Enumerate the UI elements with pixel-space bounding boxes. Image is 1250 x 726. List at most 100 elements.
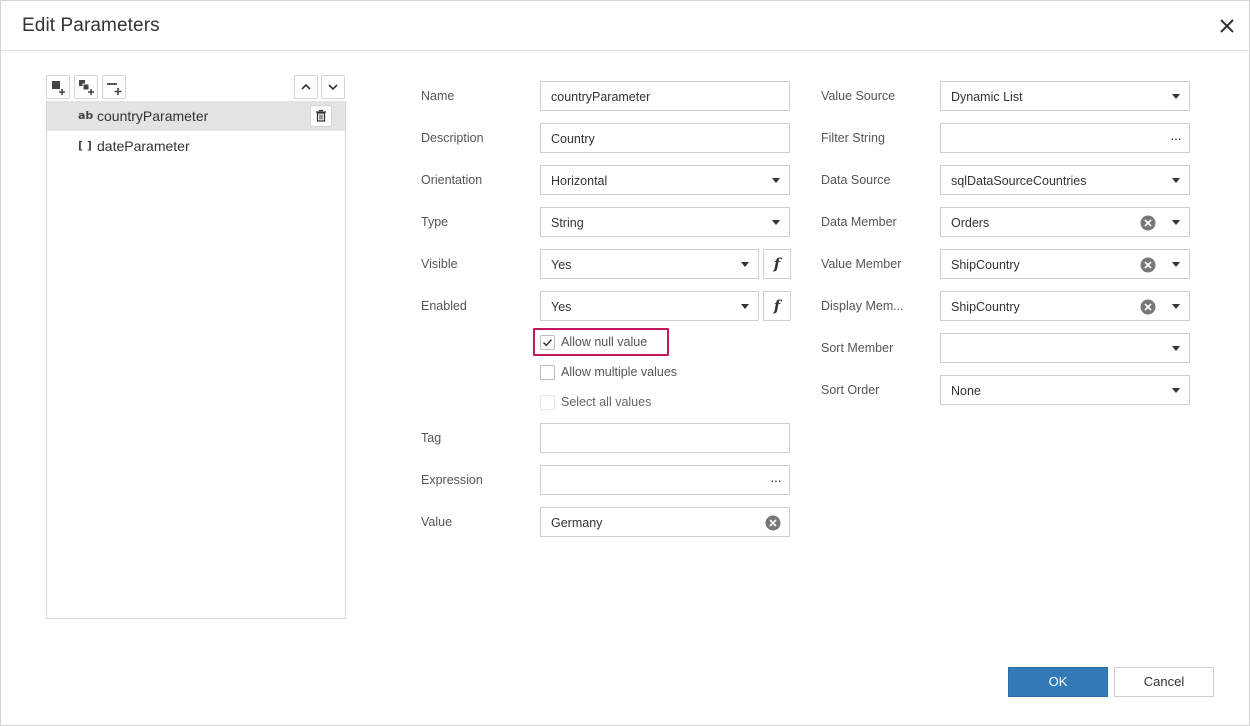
allow-null-checkbox[interactable]: Allow null value [540,332,670,356]
data-source-label: Data Source [821,173,891,187]
name-label: Name [421,89,455,103]
data-source-value: sqlDataSourceCountries [951,174,1087,188]
checkbox-unchecked[interactable] [540,365,555,380]
sort-order-value: None [951,384,981,398]
dropdown-arrow-icon [772,178,780,183]
visible-label: Visible [421,257,458,271]
type-value: String [551,216,584,230]
expression-label: Expression [421,473,483,487]
dropdown-arrow-icon [741,304,749,309]
function-icon: f [773,255,781,273]
add-separator-button[interactable] [102,75,126,99]
chevron-up-icon [301,83,311,90]
dropdown-arrow-icon [741,262,749,267]
cancel-button[interactable]: Cancel [1114,667,1214,697]
allow-multiple-checkbox[interactable]: Allow multiple values [540,362,680,386]
enabled-expression-button[interactable]: f [763,291,791,321]
enabled-label: Enabled [421,299,467,313]
clear-icon[interactable] [1140,215,1156,231]
description-field[interactable]: Country [540,123,790,153]
parameter-list: ab countryParameter [ ] dateParameter [46,101,346,619]
visible-select[interactable]: Yes [540,249,759,279]
checkmark-icon [543,339,553,347]
data-member-select[interactable]: Orders [940,207,1190,237]
type-label: Type [421,215,449,229]
description-label: Description [421,131,484,145]
value-member-select[interactable]: ShipCountry [940,249,1190,279]
chevron-down-icon [328,84,338,91]
dropdown-arrow-icon [1172,304,1180,309]
add-group-button[interactable] [74,75,98,99]
name-value: countryParameter [551,90,651,104]
value-member-label: Value Member [821,257,902,271]
edit-parameters-dialog: Edit Parameters ab countryParameter [] … [0,0,1250,726]
display-member-select[interactable]: ShipCountry [940,291,1190,321]
parameter-name: dateParameter [97,138,190,154]
enabled-value: Yes [551,300,572,314]
parameter-item-date[interactable]: [ ] dateParameter [47,131,345,161]
orientation-value: Horizontal [551,174,608,188]
type-select[interactable]: String [540,207,790,237]
checkbox-disabled [540,395,555,410]
dialog-titlebar: Edit Parameters [1,1,1249,51]
clear-icon[interactable] [1140,299,1156,315]
sort-member-label: Sort Member [821,341,894,355]
dropdown-arrow-icon [1172,262,1180,267]
value-source-select[interactable]: Dynamic List [940,81,1190,111]
ok-button[interactable]: OK [1008,667,1108,697]
data-member-label: Data Member [821,215,897,229]
display-member-label: Display Mem... [821,299,904,313]
value-member-value: ShipCountry [951,258,1020,272]
filter-string-label: Filter String [821,131,885,145]
sort-order-select[interactable]: None [940,375,1190,405]
add-parameter-icon [52,81,65,95]
sort-order-label: Sort Order [821,383,880,397]
add-group-icon [79,80,94,95]
allow-multiple-label: Allow multiple values [561,365,678,379]
dropdown-arrow-icon [772,220,780,225]
checkbox-checked[interactable] [540,335,555,350]
clear-icon[interactable] [1140,257,1156,273]
value-source-label: Value Source [821,89,896,103]
move-up-button[interactable] [294,75,318,99]
value-value: Germany [551,516,603,530]
ellipsis-icon[interactable]: ··· [1170,130,1182,146]
move-down-button[interactable] [321,75,345,99]
dropdown-arrow-icon [1172,178,1180,183]
sort-member-select[interactable] [940,333,1190,363]
description-value: Country [551,132,595,146]
ellipsis-icon[interactable]: ··· [770,472,782,488]
value-label: Value [421,515,453,529]
name-field[interactable]: countryParameter [540,81,790,111]
orientation-select[interactable]: Horizontal [540,165,790,195]
dialog-title: Edit Parameters [22,15,160,36]
tag-label: Tag [421,431,442,445]
parameter-item-country[interactable]: ab countryParameter [47,101,345,131]
close-icon[interactable] [1217,16,1237,36]
display-member-value: ShipCountry [951,300,1020,314]
add-parameter-button[interactable] [46,75,70,99]
tag-field[interactable] [540,423,790,453]
date-type-icon: [ ] [78,139,92,152]
function-icon: f [773,297,781,315]
value-field[interactable]: Germany [540,507,790,537]
trash-icon [316,109,326,122]
visible-value: Yes [551,258,572,272]
add-separator-icon [107,83,122,95]
parameter-toolbar [46,75,346,99]
visible-expression-button[interactable]: f [763,249,791,279]
string-type-icon: ab [78,109,94,122]
value-source-value: Dynamic List [951,90,1023,104]
expression-field[interactable]: ··· [540,465,790,495]
data-source-select[interactable]: sqlDataSourceCountries [940,165,1190,195]
filter-string-field[interactable]: ··· [940,123,1190,153]
enabled-select[interactable]: Yes [540,291,759,321]
allow-null-label: Allow null value [561,335,648,349]
delete-parameter-button[interactable] [310,105,332,127]
clear-icon[interactable] [765,515,781,531]
data-member-value: Orders [951,216,990,230]
select-all-label: Select all values [561,395,652,409]
dropdown-arrow-icon [1172,94,1180,99]
dropdown-arrow-icon [1172,346,1180,351]
parameter-name: countryParameter [97,108,209,124]
